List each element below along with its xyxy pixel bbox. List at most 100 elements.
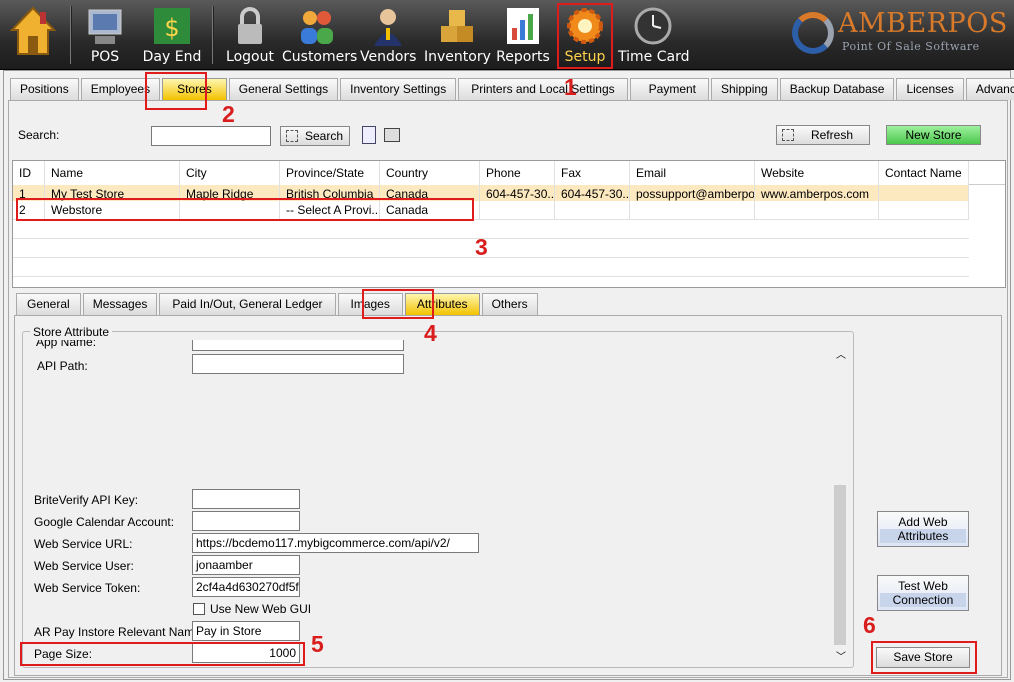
web-service-url-label: Web Service URL: xyxy=(34,537,133,551)
column-header[interactable]: ID xyxy=(13,161,45,185)
report-chart-icon xyxy=(503,6,543,46)
logout-button[interactable]: Logout xyxy=(224,4,276,66)
add-web-label-1: Add Web xyxy=(898,515,948,529)
attribute-scrollbar[interactable]: ︿ ﹀ xyxy=(832,340,848,665)
customers-icon xyxy=(297,6,337,46)
tab-messages[interactable]: Messages xyxy=(82,293,158,315)
padlock-icon xyxy=(230,6,270,46)
refresh-icon xyxy=(782,129,794,141)
reports-button[interactable]: Reports xyxy=(496,4,550,66)
scroll-down-icon[interactable]: ﹀ xyxy=(836,648,846,663)
ar-pay-instore-input[interactable]: Pay in Store xyxy=(192,621,300,641)
column-header[interactable]: Fax xyxy=(555,161,630,185)
add-web-attributes-button[interactable]: Add Web Attributes xyxy=(877,511,969,547)
export-icon[interactable] xyxy=(362,126,376,144)
tab-general[interactable]: General xyxy=(16,293,81,315)
home-icon xyxy=(9,6,57,56)
refresh-label: Refresh xyxy=(810,128,853,142)
cell-website xyxy=(755,201,879,220)
google-calendar-input[interactable] xyxy=(192,511,300,531)
pos-terminal-icon xyxy=(85,6,125,46)
cell-phone xyxy=(480,201,555,220)
amberpos-logo: AMBERPOS Point Of Sale Software xyxy=(792,8,1007,60)
new-store-button[interactable]: New Store xyxy=(886,125,981,145)
annotation-box-setup xyxy=(557,3,613,69)
annotation-box-webstore-row xyxy=(16,198,474,221)
tab-general-settings[interactable]: General Settings xyxy=(228,78,339,100)
tab-positions[interactable]: Positions xyxy=(10,78,79,100)
time-card-button[interactable]: Time Card xyxy=(618,4,689,66)
annotation-box-page-size xyxy=(20,642,305,666)
pos-button[interactable]: POS xyxy=(82,4,128,66)
table-row xyxy=(13,239,969,258)
svg-text:$: $ xyxy=(164,14,179,42)
google-calendar-label: Google Calendar Account: xyxy=(34,515,175,529)
column-header[interactable]: Name xyxy=(45,161,180,185)
use-new-web-gui-checkbox[interactable] xyxy=(193,603,205,615)
web-service-token-label: Web Service Token: xyxy=(34,581,141,595)
tab-paid-in-out-general-ledger[interactable]: Paid In/Out, General Ledger xyxy=(159,293,336,315)
annotation-number: 5 xyxy=(311,631,324,657)
cell-fax xyxy=(555,201,630,220)
tab-payment[interactable]: Payment xyxy=(629,78,709,100)
table-row xyxy=(13,258,969,277)
annotation-number: 6 xyxy=(863,612,876,638)
vendors-label: Vendors xyxy=(360,49,417,65)
refresh-button[interactable]: Refresh xyxy=(776,125,870,145)
inventory-button[interactable]: Inventory xyxy=(424,4,491,66)
tab-advanced[interactable]: Advanced xyxy=(965,78,1014,100)
print-icon[interactable] xyxy=(384,128,400,142)
tab-licenses[interactable]: Licenses xyxy=(896,78,964,100)
cell-email xyxy=(630,201,755,220)
tab-printers-local-settings[interactable]: Printers and Local Settings xyxy=(458,78,628,100)
search-input[interactable] xyxy=(151,126,271,146)
app-name-label: App Name: xyxy=(36,340,97,349)
cell-contact xyxy=(879,201,969,220)
vendor-icon xyxy=(368,6,408,46)
day-end-button[interactable]: $ Day End xyxy=(142,4,202,66)
column-header[interactable]: Email xyxy=(630,161,755,185)
add-web-label-2: Attributes xyxy=(880,529,966,543)
column-header[interactable]: Contact Name xyxy=(879,161,969,185)
column-header[interactable]: Country xyxy=(380,161,480,185)
app-name-input[interactable] xyxy=(192,340,404,351)
reports-label: Reports xyxy=(496,49,550,65)
column-header[interactable]: Website xyxy=(755,161,879,185)
tab-others[interactable]: Others xyxy=(481,293,538,315)
annotation-number: 1 xyxy=(564,74,577,100)
annotation-number: 3 xyxy=(475,234,488,260)
table-row xyxy=(13,220,969,239)
home-button[interactable] xyxy=(6,4,60,66)
web-service-user-label: Web Service User: xyxy=(34,559,134,573)
test-web-connection-button[interactable]: Test Web Connection xyxy=(877,575,969,611)
briteverify-label: BriteVerify API Key: xyxy=(34,493,139,507)
briteverify-input[interactable] xyxy=(192,489,300,509)
web-service-token-input[interactable]: 2cf4a4d630270df5f85 xyxy=(192,577,300,597)
clock-icon xyxy=(633,6,673,46)
api-path-input[interactable] xyxy=(192,354,404,374)
logout-label: Logout xyxy=(226,49,274,65)
customers-label: Customers xyxy=(282,49,358,65)
tab-shipping[interactable]: Shipping xyxy=(711,78,778,100)
column-header[interactable]: Phone xyxy=(480,161,555,185)
annotation-box-save-store xyxy=(871,641,977,674)
web-service-user-input[interactable]: jonaamber xyxy=(192,555,300,575)
tab-inventory-settings[interactable]: Inventory Settings xyxy=(340,78,457,100)
annotation-box-attributes-tab xyxy=(362,289,434,319)
vendors-button[interactable]: Vendors xyxy=(360,4,416,66)
scrollbar-thumb[interactable] xyxy=(834,485,846,645)
search-button-label: Search xyxy=(304,129,343,143)
annotation-box-stores-tab xyxy=(145,72,207,110)
test-web-label-1: Test Web xyxy=(898,579,948,593)
column-header[interactable]: City xyxy=(180,161,280,185)
customers-button[interactable]: Customers xyxy=(282,4,358,66)
tab-backup-database[interactable]: Backup Database xyxy=(779,78,895,100)
scroll-up-icon[interactable]: ︿ xyxy=(836,346,846,361)
web-service-url-input[interactable]: https://bcdemo117.mybigcommerce.com/api/… xyxy=(192,533,479,553)
column-header[interactable]: Province/State xyxy=(280,161,380,185)
logo-subtitle: Point Of Sale Software xyxy=(842,40,980,53)
api-path-label: API Path: xyxy=(37,359,88,373)
logo-title: AMBERPOS xyxy=(838,8,1008,39)
pos-label: POS xyxy=(90,49,120,65)
search-button[interactable]: Search xyxy=(280,126,350,146)
